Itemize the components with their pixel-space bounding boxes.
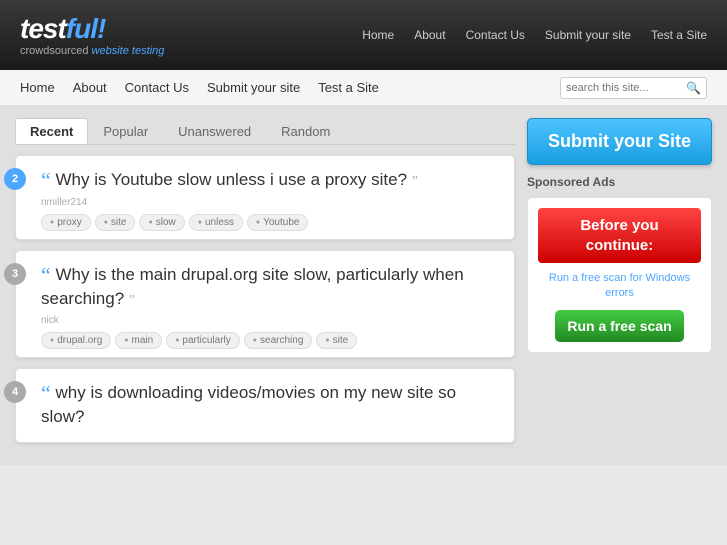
- sponsored-ads-label: Sponsored Ads: [527, 175, 712, 189]
- tabs: Recent Popular Unanswered Random: [15, 118, 515, 145]
- question-author: nmiller214: [41, 197, 499, 208]
- logo-accent: ful!: [66, 13, 106, 44]
- sec-nav-links: Home About Contact Us Submit your site T…: [20, 80, 560, 95]
- sec-nav-submit[interactable]: Submit your site: [207, 80, 300, 95]
- top-nav-about[interactable]: About: [414, 28, 445, 42]
- logo: testful!: [20, 13, 164, 45]
- logo-sub: crowdsourced website testing: [20, 45, 164, 57]
- secondary-nav: Home About Contact Us Submit your site T…: [0, 70, 727, 106]
- logo-sub-accent: website testing: [92, 45, 165, 57]
- search-icon[interactable]: 🔍: [686, 81, 701, 95]
- logo-area: testful! crowdsourced website testing: [20, 13, 164, 57]
- question-tags: proxy site slow unless Youtube: [41, 214, 499, 231]
- question-body[interactable]: why is downloading videos/movies on my n…: [41, 383, 456, 426]
- search-input[interactable]: [566, 82, 686, 94]
- left-column: Recent Popular Unanswered Random 2 “ Why…: [15, 118, 515, 453]
- close-quote-icon: ”: [129, 293, 135, 308]
- open-quote-icon: “: [41, 168, 51, 193]
- right-column: Submit your Site Sponsored Ads Before yo…: [527, 118, 712, 453]
- question-text[interactable]: “ why is downloading videos/movies on my…: [41, 381, 499, 429]
- open-quote-icon: “: [41, 381, 51, 406]
- close-quote-icon: ”: [412, 174, 418, 189]
- sec-nav-test[interactable]: Test a Site: [318, 80, 379, 95]
- top-nav-home[interactable]: Home: [362, 28, 394, 42]
- tab-unanswered[interactable]: Unanswered: [163, 118, 266, 144]
- open-quote-icon: “: [41, 263, 51, 288]
- tag[interactable]: proxy: [41, 214, 91, 231]
- top-nav-contact[interactable]: Contact Us: [466, 28, 525, 42]
- question-card: 3 “ Why is the main drupal.org site slow…: [15, 250, 515, 359]
- top-bar: testful! crowdsourced website testing Ho…: [0, 0, 727, 70]
- top-nav: Home About Contact Us Submit your site T…: [204, 28, 707, 42]
- question-body[interactable]: Why is the main drupal.org site slow, pa…: [41, 265, 464, 308]
- ad-description: Run a free scan for Windows errors: [538, 271, 701, 302]
- tag[interactable]: main: [115, 332, 162, 349]
- question-card: 4 “ why is downloading videos/movies on …: [15, 368, 515, 443]
- question-text[interactable]: “ Why is Youtube slow unless i use a pro…: [41, 168, 499, 192]
- tab-recent[interactable]: Recent: [15, 118, 88, 144]
- tag[interactable]: site: [95, 214, 136, 231]
- submit-site-button[interactable]: Submit your Site: [527, 118, 712, 165]
- tag[interactable]: particularly: [166, 332, 240, 349]
- question-author: nick: [41, 315, 499, 326]
- run-scan-button[interactable]: Run a free scan: [555, 310, 683, 342]
- main-content: Recent Popular Unanswered Random 2 “ Why…: [0, 106, 727, 465]
- top-nav-test[interactable]: Test a Site: [651, 28, 707, 42]
- tag[interactable]: searching: [244, 332, 313, 349]
- tag[interactable]: unless: [189, 214, 243, 231]
- question-body[interactable]: Why is Youtube slow unless i use a proxy…: [56, 170, 408, 189]
- tag[interactable]: slow: [139, 214, 184, 231]
- tab-popular[interactable]: Popular: [88, 118, 163, 144]
- sec-nav-contact[interactable]: Contact Us: [125, 80, 189, 95]
- ad-box: Before you continue: Run a free scan for…: [527, 197, 712, 353]
- tab-random[interactable]: Random: [266, 118, 345, 144]
- question-tags: drupal.org main particularly searching s…: [41, 332, 499, 349]
- question-card: 2 “ Why is Youtube slow unless i use a p…: [15, 155, 515, 240]
- question-text[interactable]: “ Why is the main drupal.org site slow, …: [41, 263, 499, 311]
- sec-nav-home[interactable]: Home: [20, 80, 55, 95]
- top-nav-submit[interactable]: Submit your site: [545, 28, 631, 42]
- search-box[interactable]: 🔍: [560, 77, 707, 99]
- ad-before-label: Before you continue:: [538, 208, 701, 263]
- tag[interactable]: drupal.org: [41, 332, 111, 349]
- sec-nav-about[interactable]: About: [73, 80, 107, 95]
- question-number: 3: [4, 263, 26, 285]
- tag[interactable]: site: [316, 332, 357, 349]
- question-number: 4: [4, 381, 26, 403]
- tag[interactable]: Youtube: [247, 214, 309, 231]
- question-number: 2: [4, 168, 26, 190]
